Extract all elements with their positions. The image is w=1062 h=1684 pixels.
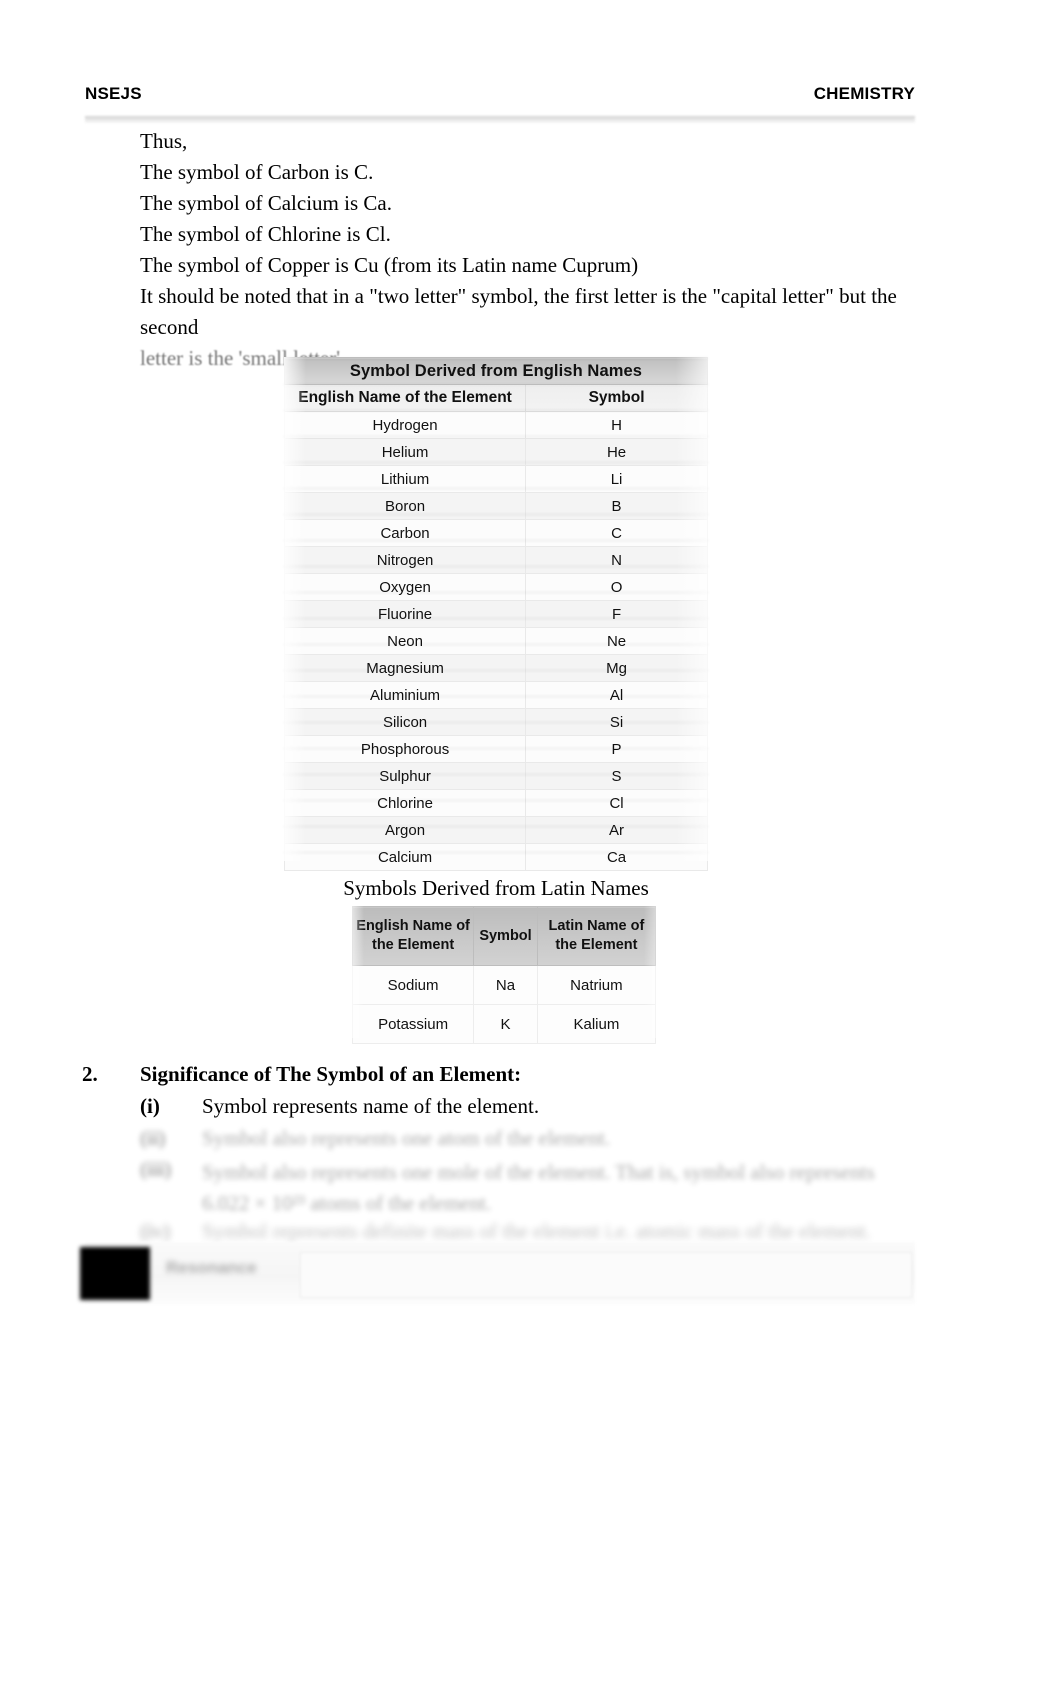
- latin-symbol-cell: Na: [473, 965, 538, 1005]
- element-symbol-cell: H: [525, 411, 708, 439]
- latin-table-col-english: English Name of the Element: [351, 906, 475, 966]
- table-row: Neon Ne: [283, 627, 708, 655]
- element-name-cell: Chlorine: [283, 789, 527, 817]
- latin-name-cell: Kalium: [536, 1004, 657, 1044]
- body-line: The symbol of Carbon is C.: [140, 160, 374, 184]
- section-number: 2.: [82, 1062, 98, 1086]
- latin-table-caption: Symbols Derived from Latin Names: [343, 876, 649, 900]
- table-row: Calcium Ca: [283, 843, 708, 871]
- header-exam-label: NSEJS: [85, 84, 142, 103]
- list-item-text: Symbol also represents one mole of the e…: [202, 1160, 875, 1215]
- section-heading: Significance of The Symbol of an Element…: [140, 1062, 522, 1086]
- latin-table-col-symbol: Symbol: [473, 906, 538, 966]
- table-row: Boron B: [283, 492, 708, 520]
- element-symbol-cell: F: [525, 600, 708, 628]
- table-row: Chlorine Cl: [283, 789, 708, 817]
- table-row: Sulphur S: [283, 762, 708, 790]
- element-name-cell: Helium: [283, 438, 527, 466]
- list-item-marker: (iii): [140, 1157, 172, 1181]
- element-name-cell: Carbon: [283, 519, 527, 547]
- table-row: Phosphorous P: [283, 735, 708, 763]
- element-symbol-cell: P: [525, 735, 708, 763]
- element-symbol-cell: Li: [525, 465, 708, 493]
- table-row: Carbon C: [283, 519, 708, 547]
- element-symbol-cell: S: [525, 762, 708, 790]
- latin-english-name-cell: Sodium: [351, 965, 475, 1005]
- element-symbol-cell: Ne: [525, 627, 708, 655]
- element-name-cell: Phosphorous: [283, 735, 527, 763]
- table-row: Lithium Li: [283, 465, 708, 493]
- table-row: Nitrogen N: [283, 546, 708, 574]
- table-row: Magnesium Mg: [283, 654, 708, 682]
- element-symbol-cell: Ca: [525, 843, 708, 871]
- table-row: Silicon Si: [283, 708, 708, 736]
- table-row: Hydrogen H: [283, 411, 708, 439]
- table-row: Potassium K Kalium: [351, 1004, 657, 1044]
- body-line: The symbol of Chlorine is Cl.: [140, 222, 391, 246]
- element-name-cell: Magnesium: [283, 654, 527, 682]
- element-name-cell: Argon: [283, 816, 527, 844]
- element-name-cell: Calcium: [283, 843, 527, 871]
- element-name-cell: Lithium: [283, 465, 527, 493]
- footer-info-box: [300, 1252, 912, 1298]
- page-header: NSEJS CHEMISTRY: [85, 84, 915, 114]
- element-symbol-cell: He: [525, 438, 708, 466]
- latin-table-col-latin: Latin Name of the Element: [536, 906, 657, 966]
- element-name-cell: Oxygen: [283, 573, 527, 601]
- document-page: NSEJS CHEMISTRY Thus, The symbol of Carb…: [0, 0, 1062, 1684]
- intro-paragraph-block: Thus, The symbol of Carbon is C. The sym…: [140, 126, 930, 374]
- element-name-cell: Aluminium: [283, 681, 527, 709]
- element-name-cell: Silicon: [283, 708, 527, 736]
- table-row: Sodium Na Natrium: [351, 965, 657, 1005]
- english-symbols-table: Symbol Derived from English Names Englis…: [283, 357, 708, 871]
- element-symbol-cell: Mg: [525, 654, 708, 682]
- latin-symbols-table: English Name of the Element Symbol Latin…: [351, 906, 657, 1044]
- body-line: The symbol of Copper is Cu (from its Lat…: [140, 253, 639, 277]
- element-symbol-cell: Cl: [525, 789, 708, 817]
- element-name-cell: Hydrogen: [283, 411, 527, 439]
- element-name-cell: Nitrogen: [283, 546, 527, 574]
- table-row: Aluminium Al: [283, 681, 708, 709]
- element-symbol-cell: O: [525, 573, 708, 601]
- element-symbol-cell: N: [525, 546, 708, 574]
- element-symbol-cell: B: [525, 492, 708, 520]
- element-name-cell: Boron: [283, 492, 527, 520]
- footer-black-block: [80, 1247, 150, 1300]
- body-line: Thus,: [140, 129, 188, 153]
- element-name-cell: Neon: [283, 627, 527, 655]
- header-divider: [85, 116, 915, 123]
- english-table-title: Symbol Derived from English Names: [284, 357, 708, 385]
- table-row: Helium He: [283, 438, 708, 466]
- table-row: Argon Ar: [283, 816, 708, 844]
- element-name-cell: Fluorine: [283, 600, 527, 628]
- latin-name-cell: Natrium: [536, 965, 657, 1005]
- element-symbol-cell: Ar: [525, 816, 708, 844]
- latin-english-name-cell: Potassium: [351, 1004, 475, 1044]
- body-line: The symbol of Calcium is Ca.: [140, 191, 392, 215]
- list-item-text: Symbol also represents one atom of the e…: [202, 1126, 611, 1150]
- element-symbol-cell: C: [525, 519, 708, 547]
- list-item-marker: (i): [140, 1094, 160, 1118]
- table-row: Oxygen O: [283, 573, 708, 601]
- list-item-text: Symbol represents definite mass of the e…: [202, 1219, 871, 1243]
- list-item-text: Symbol represents name of the element.: [202, 1094, 540, 1118]
- table-row: Fluorine F: [283, 600, 708, 628]
- list-item-marker: (ii): [140, 1126, 166, 1150]
- footer-brand-label: Resonance: [166, 1258, 257, 1277]
- header-subject-label: CHEMISTRY: [813, 84, 915, 103]
- body-note-line-1: It should be noted that in a "two letter…: [140, 284, 903, 339]
- element-symbol-cell: Si: [525, 708, 708, 736]
- english-table-col-symbol: Symbol: [525, 384, 708, 412]
- list-item-marker: (iv): [140, 1219, 171, 1243]
- element-symbol-cell: Al: [525, 681, 708, 709]
- english-table-col-name: English Name of the Element: [283, 384, 527, 412]
- latin-symbol-cell: K: [473, 1004, 538, 1044]
- element-name-cell: Sulphur: [283, 762, 527, 790]
